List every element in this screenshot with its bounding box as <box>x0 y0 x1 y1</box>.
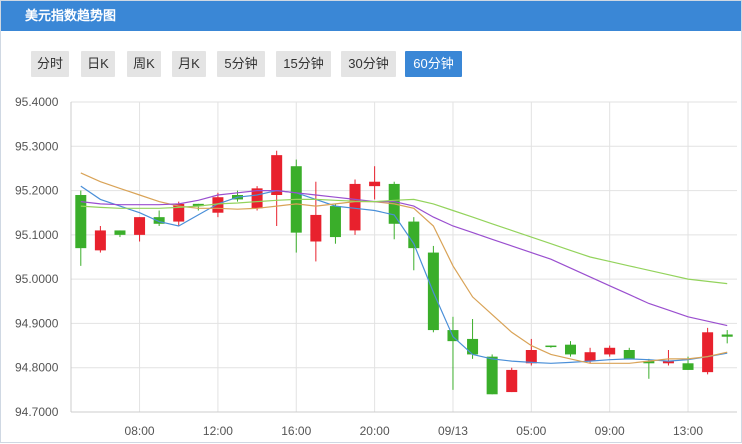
candle-up <box>525 350 537 364</box>
candle-down <box>545 345 557 348</box>
x-tick-label: 09/13 <box>438 424 468 438</box>
candle-down <box>467 338 479 355</box>
candle-down <box>329 206 341 238</box>
chart-panel: 美元指数趋势图 分时 日K 周K 月K 5分钟 15分钟 30分钟 60分钟 9… <box>0 0 742 443</box>
candle-down <box>114 230 126 235</box>
x-tick-label: 12:00 <box>203 424 233 438</box>
y-tick-label: 94.7000 <box>15 405 59 419</box>
candle-up <box>604 347 616 355</box>
candle-down <box>486 356 498 395</box>
x-tick-label: 05:00 <box>516 424 546 438</box>
candle-up <box>369 181 381 187</box>
candle-up <box>702 332 714 373</box>
y-tick-label: 94.9000 <box>15 316 59 330</box>
candle-up <box>584 352 596 362</box>
y-tick-label: 95.1000 <box>15 228 59 242</box>
candle-down <box>721 334 733 337</box>
x-tick-label: 16:00 <box>281 424 311 438</box>
y-tick-label: 95.0000 <box>15 272 59 286</box>
candle-up <box>506 369 518 393</box>
x-tick-label: 20:00 <box>360 424 390 438</box>
candle-down <box>75 195 87 249</box>
candle-up <box>94 230 106 251</box>
candle-up <box>212 197 224 213</box>
candle-up <box>134 217 146 235</box>
candle-up <box>349 183 361 231</box>
ma-line <box>80 172 728 364</box>
x-tick-label: 08:00 <box>125 424 155 438</box>
x-tick-label: 09:00 <box>595 424 625 438</box>
y-tick-label: 94.8000 <box>15 361 59 375</box>
candle-up <box>310 214 322 242</box>
y-tick-label: 95.2000 <box>15 184 59 198</box>
x-tick-label: 13:00 <box>673 424 703 438</box>
candle-down <box>682 363 694 370</box>
candle-down <box>623 350 635 359</box>
candle-down <box>565 344 576 355</box>
candle-up <box>271 155 283 195</box>
y-tick-label: 95.3000 <box>15 139 59 153</box>
y-tick-label: 95.4000 <box>15 95 59 109</box>
candlestick-chart: 95.4000 95.3000 95.2000 95.1000 95.0000 94.90… <box>15 95 737 438</box>
